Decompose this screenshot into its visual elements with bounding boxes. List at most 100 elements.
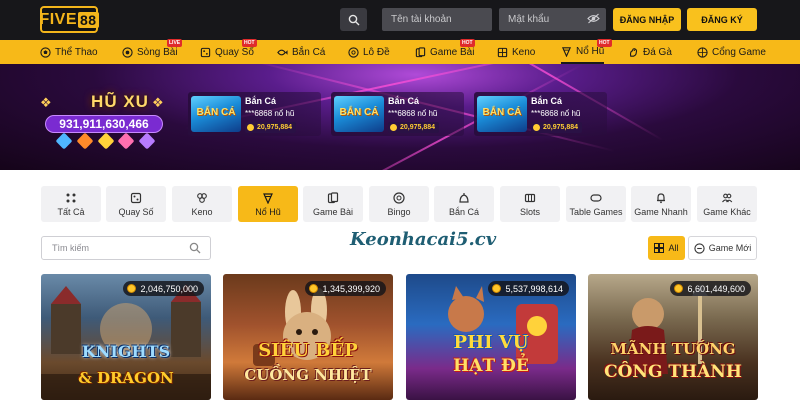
filter-all-label: All (668, 243, 679, 253)
hot-badge: HOT (460, 39, 475, 47)
jackpot-winner: ***6868 nổ hũ (531, 109, 581, 118)
game-title-line1: PHI VỤ (453, 332, 529, 353)
game-card-phi-vu[interactable]: 5,537,998,614 PHI VỤ HẠT ĐẺ (406, 274, 576, 400)
nav-label: Thể Thao (55, 46, 98, 58)
jackpot-win-value: 20,975,884 (388, 122, 440, 133)
search-icon[interactable] (189, 242, 201, 254)
nav-label: Đá Gà (643, 46, 672, 58)
game-search-input[interactable]: Tìm kiếm (41, 236, 211, 260)
gem-purple-icon (138, 132, 156, 150)
nav-item-da-ga[interactable]: Đá Gà (628, 40, 672, 64)
nav-item-keno[interactable]: Keno (497, 40, 535, 64)
coin-icon (674, 284, 684, 293)
jackpot-game-name: Bắn Cá (245, 96, 277, 106)
game-title-line2: CUỒNG NHIỆT (244, 366, 372, 384)
cards-icon (415, 46, 426, 57)
category-bingo[interactable]: Bingo (369, 186, 429, 222)
nav-label: Game Bài (430, 46, 475, 58)
jackpot-card[interactable]: BẮN CÁ Bắn Cá ***6868 nổ hũ 20,975,884 (331, 92, 464, 136)
jackpot-game-name: Bắn Cá (531, 96, 563, 106)
category-no-hu[interactable]: Nổ Hũ (238, 186, 298, 222)
coin-icon (492, 284, 502, 293)
game-title-line1: MÃNH TƯỚNG (610, 340, 736, 358)
nav-label: Bắn Cá (292, 46, 326, 58)
category-label: Game Bài (312, 206, 354, 217)
category-label: Tất Cả (57, 206, 85, 217)
username-field[interactable]: Tên tài khoản (382, 8, 492, 31)
lottery-icon (130, 192, 142, 203)
ban-ca-thumbnail: BẮN CÁ (191, 96, 241, 132)
slot-icon (263, 192, 273, 204)
jackpot-game-name: Bắn Cá (388, 96, 420, 106)
filter-all-button[interactable]: All (648, 236, 685, 260)
category-game-bai[interactable]: Game Bài (303, 186, 363, 222)
jackpot-card[interactable]: BẮN CÁ Bắn Cá ***6868 nổ hũ 20,975,884 (474, 92, 607, 136)
nav-item-cong-game[interactable]: Cổng Game (697, 40, 766, 64)
nav-item-the-thao[interactable]: Thể Thao (40, 40, 98, 64)
register-button[interactable]: ĐĂNG KÝ (687, 8, 757, 31)
coin-icon (247, 124, 254, 131)
nav-item-no-hu[interactable]: Nổ Hũ HOT (561, 39, 612, 64)
live-badge: LIVE (167, 39, 183, 47)
jackpot-win-value: 20,975,884 (245, 122, 297, 133)
nav-item-ban-ca[interactable]: Bắn Cá (277, 40, 325, 64)
category-quay-so[interactable]: Quay Số (106, 186, 166, 222)
search-icon (348, 14, 359, 25)
rooster-icon (629, 47, 638, 57)
category-tat-ca[interactable]: Tất Cả (41, 186, 101, 222)
category-table-games[interactable]: Table Games (566, 186, 626, 222)
filter-new-label: Game Mới (708, 243, 752, 253)
nav-item-quay-so[interactable]: Quay Số HOT (200, 39, 257, 64)
main-nav: Thể Thao Sòng Bài LIVE Quay Số HOT Bắn C… (0, 39, 800, 64)
bingo-ball-icon (393, 191, 405, 204)
jackpot-title: HŨ XU (91, 92, 149, 111)
category-label: Bắn Cá (448, 206, 480, 217)
category-keno[interactable]: Keno (172, 186, 232, 222)
nav-item-game-bai[interactable]: Game Bài HOT (415, 39, 475, 64)
page-root: FIVE 88 Tên tài khoản Mật khẩu ĐĂNG NHẬP … (0, 0, 800, 400)
game-search-placeholder: Tìm kiếm (52, 243, 89, 253)
category-label: Keno (191, 206, 213, 217)
game-card-knights-dragon[interactable]: 2,046,750,000 KNIGHTS & DRAGON (41, 274, 211, 400)
wing-left-icon: ❖ (40, 95, 52, 110)
coin-icon (127, 284, 137, 293)
jackpot-amount: 931,911,630,466 (45, 115, 163, 133)
fish-icon (277, 49, 288, 55)
thumb-logo: BẮN CÁ (482, 107, 522, 118)
fish-icon (459, 192, 469, 203)
eye-slash-icon[interactable] (587, 13, 600, 24)
game-jackpot-value: 2,046,750,000 (140, 283, 198, 294)
site-logo[interactable]: FIVE 88 (39, 6, 99, 33)
gamepad-icon (694, 242, 705, 254)
lottery-icon (200, 47, 211, 57)
game-jackpot-value: 5,537,998,614 (505, 283, 563, 294)
thumb-logo: BẮN CÁ (339, 107, 379, 118)
coin-icon (390, 124, 397, 131)
category-ban-ca[interactable]: Bắn Cá (434, 186, 494, 222)
nav-item-song-bai[interactable]: Sòng Bài LIVE (122, 39, 183, 64)
jackpot-card[interactable]: BẮN CÁ Bắn Cá ***6868 nổ hũ 20,975,884 (188, 92, 321, 136)
game-title-line1: KNIGHTS (81, 342, 171, 361)
login-button[interactable]: ĐĂNG NHẬP (613, 8, 681, 31)
category-label: Table Games (569, 206, 623, 217)
gem-row (55, 132, 156, 150)
category-game-khac[interactable]: Game Khác (697, 186, 757, 222)
game-jackpot-pill: 5,537,998,614 (488, 281, 569, 296)
game-card-manh-tuong[interactable]: 6,601,449,600 MÃNH TƯỚNG CÔNG THÀNH (588, 274, 758, 400)
jackpot-win-value: 20,975,884 (531, 122, 583, 133)
slots-icon (524, 193, 536, 202)
filter-new-button[interactable]: Game Mới (688, 236, 757, 260)
category-label: Slots (519, 206, 540, 217)
nav-item-lo-de[interactable]: Lô Đề (348, 40, 390, 64)
game-card-sieu-bep[interactable]: 1,345,399,920 SIÊU BẾP CUỒNG NHIỆT (223, 274, 393, 400)
search-button[interactable] (340, 8, 367, 31)
casino-chip-icon (122, 46, 133, 58)
game-jackpot-pill: 2,046,750,000 (123, 281, 204, 296)
category-slots[interactable]: Slots (500, 186, 560, 222)
nav-label: Keno (512, 46, 536, 58)
game-jackpot-value: 6,601,449,600 (687, 283, 745, 294)
gem-gold-icon (97, 132, 114, 150)
thumb-logo: BẮN CÁ (196, 107, 236, 118)
watermark-text: Keonhacai5.cv (350, 229, 497, 250)
category-game-nhanh[interactable]: Game Nhanh (631, 186, 691, 222)
